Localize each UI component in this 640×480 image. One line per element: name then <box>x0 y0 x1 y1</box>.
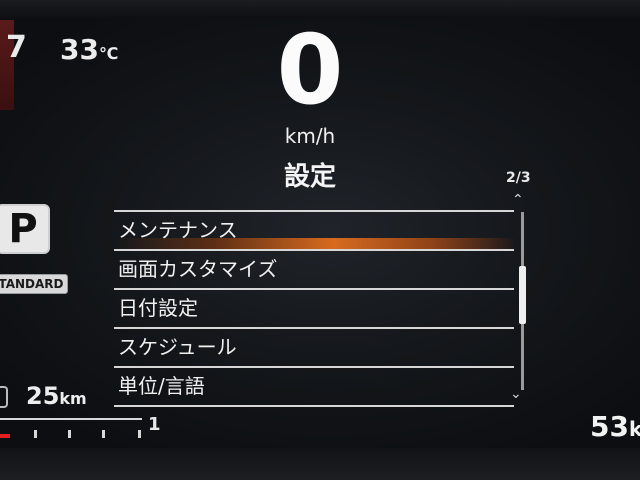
menu-item-date-settings[interactable]: 日付設定 <box>114 288 514 327</box>
fuel-full-label: 1 <box>148 414 161 435</box>
menu-divider <box>114 405 514 407</box>
bottom-bezel <box>0 448 640 480</box>
menu-item-display-customize[interactable]: 画面カスタマイズ <box>114 249 514 288</box>
trip-value: 53 <box>590 410 629 443</box>
outside-temperature-value: 33 <box>60 33 99 66</box>
menu-item-label: メンテナンス <box>118 218 238 242</box>
outside-temperature: 33℃ <box>60 33 118 66</box>
page-title: 設定 <box>283 162 336 192</box>
scrollbar-thumb[interactable] <box>519 266 526 324</box>
chevron-up-icon[interactable]: ⌃ <box>512 192 524 208</box>
trip-readout: 53k <box>590 410 640 443</box>
menu-item-units-language[interactable]: 単位/言語 <box>114 366 514 405</box>
drive-mode-badge: TANDARD <box>0 274 68 294</box>
fuel-tick <box>34 430 37 438</box>
menu-item-schedule[interactable]: スケジュール <box>114 327 514 366</box>
speed-readout: 0 <box>276 14 344 126</box>
menu-item-label: スケジュール <box>118 335 237 359</box>
odometer-partial: 7 <box>6 30 27 65</box>
speed-unit: km/h <box>284 124 336 148</box>
range-icon <box>0 386 8 408</box>
page-indicator: 2/3 <box>506 170 531 186</box>
menu-item-maintenance[interactable]: メンテナンス <box>114 210 514 249</box>
menu-item-label: 日付設定 <box>118 296 198 320</box>
fuel-tick <box>138 430 141 438</box>
settings-menu: メンテナンス 画面カスタマイズ 日付設定 スケジュール 単位/言語 <box>114 210 514 407</box>
fuel-gauge-icon <box>0 418 142 438</box>
fuel-low-marker <box>0 434 10 438</box>
chevron-down-icon[interactable]: ⌄ <box>510 386 522 402</box>
menu-item-label: 単位/言語 <box>118 374 205 398</box>
range-unit: km <box>59 389 87 408</box>
range-readout: 25km <box>26 382 87 410</box>
trip-unit: k <box>628 417 640 441</box>
fuel-tick <box>102 430 105 438</box>
instrument-cluster-screen: 7 33℃ 0 km/h 設定 P TANDARD 25km 1 53k メンテ… <box>0 0 640 480</box>
temperature-unit: ℃ <box>98 44 119 63</box>
gear-indicator: P <box>0 204 50 254</box>
fuel-tick <box>68 430 71 438</box>
range-value: 25 <box>26 382 60 410</box>
menu-item-label: 画面カスタマイズ <box>118 257 278 281</box>
